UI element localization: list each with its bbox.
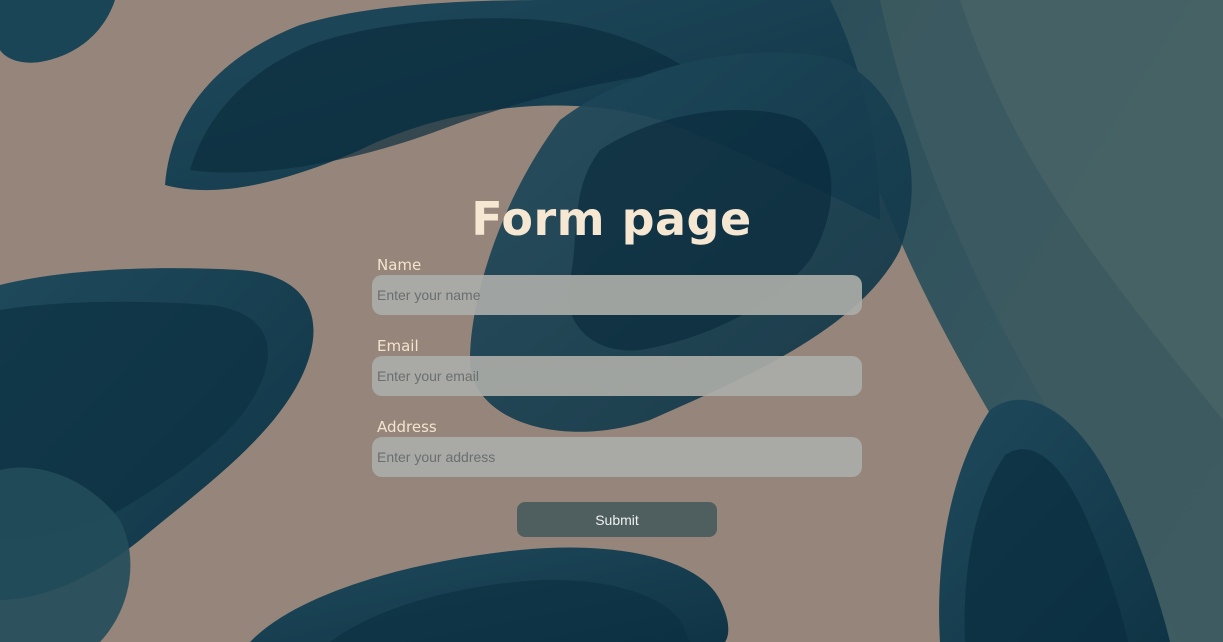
email-label: Email bbox=[377, 337, 419, 355]
page-title: Form page bbox=[471, 192, 752, 246]
address-input[interactable] bbox=[372, 437, 862, 477]
email-input[interactable] bbox=[372, 356, 862, 396]
name-label: Name bbox=[377, 256, 422, 274]
submit-button[interactable]: Submit bbox=[517, 502, 717, 537]
name-input[interactable] bbox=[372, 275, 862, 315]
form-container: Form page Name Email Address Submit bbox=[0, 0, 1223, 642]
address-label: Address bbox=[377, 418, 437, 436]
